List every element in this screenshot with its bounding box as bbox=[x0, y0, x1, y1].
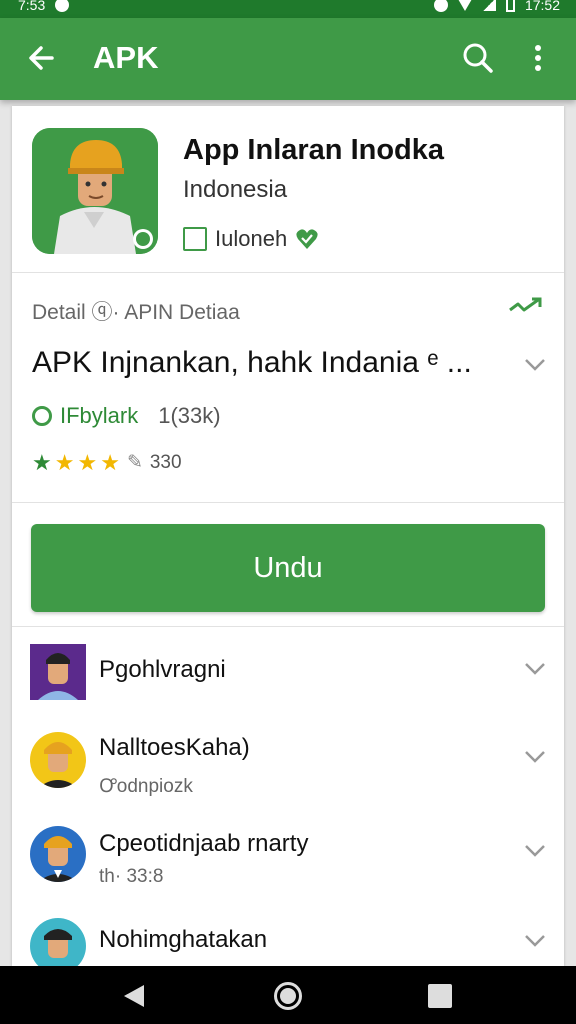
wifi-icon bbox=[457, 0, 472, 11]
avatar bbox=[30, 732, 86, 788]
person-avatar-icon bbox=[30, 644, 86, 700]
list-item[interactable]: Cpeotidnjaab rnarty th· 33:8 bbox=[12, 814, 564, 904]
avatar bbox=[30, 918, 86, 966]
developer-row[interactable]: IFbylark 1(33k) bbox=[32, 403, 221, 429]
list-item-title: Pgohlvragni bbox=[99, 656, 226, 683]
list-item-title: NalltoesKaha) bbox=[99, 734, 250, 761]
chevron-down-icon[interactable] bbox=[524, 844, 546, 858]
divider bbox=[12, 626, 564, 627]
status-left: 7:53 bbox=[18, 0, 70, 13]
nav-recents-icon[interactable] bbox=[428, 984, 452, 1008]
avatar bbox=[30, 826, 86, 882]
page-title: APK bbox=[93, 40, 159, 75]
nav-home-icon[interactable] bbox=[274, 982, 302, 1010]
detail-title: APK Injnankan, hahk Indania ᵉ ... bbox=[32, 346, 472, 379]
verified-heart-icon bbox=[296, 229, 318, 249]
app-detail-card: App Inlaran Inodka Indonesia Iuloneh Det… bbox=[12, 106, 564, 966]
chevron-down-icon[interactable] bbox=[524, 662, 546, 676]
divider bbox=[12, 272, 564, 273]
pencil-icon: ✎ bbox=[126, 452, 143, 473]
app-icon[interactable] bbox=[32, 128, 158, 254]
list-item[interactable]: NalltoesKaha) Ꝍodnpiozk bbox=[12, 720, 564, 810]
more-vert-icon[interactable] bbox=[524, 40, 552, 76]
list-item-subtitle: th· 33:8 bbox=[99, 866, 164, 887]
chevron-down-icon[interactable] bbox=[524, 358, 546, 372]
developer-name: IFbylark bbox=[60, 403, 139, 428]
status-bar: 7:53 17:52 bbox=[0, 0, 576, 18]
detail-label: Detail ⓠ· APIN Detiaa bbox=[32, 301, 240, 324]
signal-icon bbox=[481, 0, 496, 11]
avatar bbox=[30, 644, 86, 700]
alarm-icon bbox=[433, 0, 448, 12]
status-time-right: 17:52 bbox=[524, 0, 560, 13]
status-time-left: 7:53 bbox=[18, 0, 46, 13]
star-icon: ★ bbox=[77, 449, 98, 475]
person-avatar-icon bbox=[30, 918, 86, 966]
battery-icon bbox=[505, 0, 515, 12]
nav-back-icon[interactable] bbox=[122, 983, 146, 1009]
developer-icon bbox=[32, 406, 52, 426]
rating-row: ★ ★ ★ ★ ✎ 330 bbox=[32, 451, 182, 474]
chevron-down-icon[interactable] bbox=[524, 750, 546, 764]
app-name: App Inlaran Inodka bbox=[183, 134, 445, 166]
back-arrow-icon[interactable] bbox=[24, 40, 60, 76]
verify-checkbox[interactable] bbox=[183, 227, 207, 251]
list-item[interactable]: Nohimghatakan bbox=[12, 906, 564, 966]
star-icon: ★ bbox=[100, 449, 120, 475]
person-avatar-icon bbox=[30, 826, 86, 882]
list-item-title: Nohimghatakan bbox=[99, 926, 268, 953]
notification-icon bbox=[55, 0, 70, 12]
rating-text: 330 bbox=[149, 451, 182, 473]
divider bbox=[12, 502, 564, 503]
star-icon: ★ bbox=[54, 449, 75, 475]
list-item-title: Cpeotidnjaab rnarty bbox=[99, 830, 309, 857]
list-item[interactable]: Pgohlvragni bbox=[12, 630, 564, 720]
verify-row[interactable]: Iuloneh bbox=[183, 226, 319, 252]
download-count: 1(33k) bbox=[158, 403, 221, 428]
list-item-subtitle: Ꝍodnpiozk bbox=[99, 776, 193, 797]
person-avatar-icon bbox=[30, 732, 86, 788]
chevron-down-icon[interactable] bbox=[524, 934, 546, 948]
verify-label: Iuloneh bbox=[215, 226, 288, 251]
app-country: Indonesia bbox=[183, 176, 288, 203]
status-right: 17:52 bbox=[433, 0, 560, 13]
trending-icon bbox=[509, 297, 542, 312]
star-icon: ★ bbox=[32, 449, 52, 475]
system-nav-bar bbox=[0, 966, 576, 1024]
search-icon[interactable] bbox=[460, 40, 496, 76]
download-button[interactable]: Undu bbox=[31, 524, 545, 612]
worker-avatar-icon bbox=[32, 128, 158, 254]
app-bar: APK bbox=[0, 18, 576, 100]
